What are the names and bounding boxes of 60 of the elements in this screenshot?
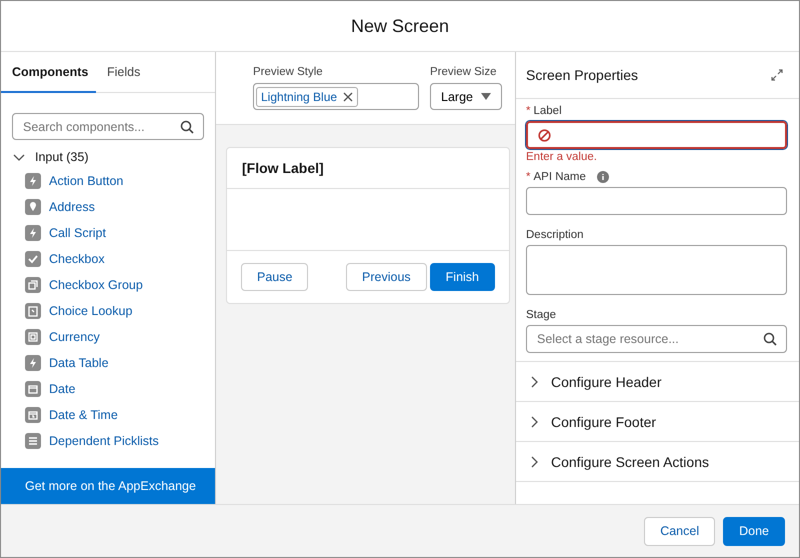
chevron-icon [530, 416, 540, 428]
footer-button[interactable]: Done [723, 516, 785, 546]
text-field[interactable] [526, 121, 787, 149]
tab[interactable]: Components [1, 52, 96, 93]
component-link[interactable]: Choice Lookup [49, 304, 132, 318]
component-link[interactable]: Date [49, 382, 76, 396]
field-label: Preview Style [253, 66, 324, 78]
check-icon [25, 251, 41, 267]
group-icon [25, 277, 41, 293]
caret-icon [481, 93, 491, 100]
pin-icon [25, 199, 41, 215]
footer-button[interactable]: Cancel [644, 516, 716, 546]
field-label: Label [533, 105, 562, 117]
required-mark: * [526, 171, 530, 183]
search-icon [763, 332, 777, 346]
close-icon[interactable] [343, 92, 354, 102]
bolt-icon [25, 225, 41, 241]
search-icon [180, 120, 194, 134]
component-link[interactable]: Checkbox Group [49, 278, 143, 292]
component-link[interactable]: Action Button [49, 174, 124, 188]
search-field[interactable]: Select a stage resource... [526, 325, 787, 353]
appexchange-link[interactable]: Get more on the AppExchange [1, 468, 215, 504]
error-icon [538, 128, 551, 142]
component-link[interactable]: Data Table [49, 356, 109, 370]
component-link[interactable]: Address [49, 200, 95, 214]
flow-label: [Flow Label] [227, 148, 509, 189]
style-pill[interactable]: Lightning Blue [256, 86, 358, 106]
component-link[interactable]: Currency [49, 330, 100, 344]
chevron-icon [530, 376, 540, 388]
list-icon [25, 433, 41, 449]
flow-button[interactable]: Finish [430, 263, 495, 291]
component-link[interactable]: Date & Time [49, 408, 118, 422]
flow-button[interactable]: Previous [346, 263, 427, 291]
text-field[interactable] [526, 187, 787, 215]
error-message: Enter a value. [526, 151, 598, 163]
lookup-icon [25, 303, 41, 319]
field-label: Description [526, 229, 584, 241]
panel-title: Screen Properties [526, 67, 638, 83]
component-link[interactable]: Dependent Picklists [49, 434, 159, 448]
text-area[interactable] [526, 245, 787, 295]
preview-style-field[interactable]: Lightning Blue [253, 83, 419, 110]
window-title: New Screen [350, 16, 450, 36]
currency-icon [25, 329, 41, 345]
bolt-icon [25, 355, 41, 371]
calclock-icon [25, 407, 41, 423]
field-label: API Name [533, 171, 586, 183]
required-mark: * [526, 105, 530, 117]
field-label: Preview Size [430, 66, 498, 78]
component-link[interactable]: Checkbox [49, 252, 105, 266]
expand-icon[interactable] [771, 69, 783, 81]
preview-size-dropdown[interactable]: Large [430, 83, 502, 110]
calendar-icon [25, 381, 41, 397]
field-label: Stage [526, 309, 556, 321]
tab[interactable]: Fields [96, 52, 152, 93]
chevron-icon [530, 456, 540, 468]
bolt-icon [25, 173, 41, 189]
search-field[interactable]: Search components... [12, 113, 204, 140]
flow-button[interactable]: Pause [241, 263, 308, 291]
group-toggle[interactable]: Input (35) [1, 146, 101, 168]
component-link[interactable]: Call Script [49, 226, 106, 240]
